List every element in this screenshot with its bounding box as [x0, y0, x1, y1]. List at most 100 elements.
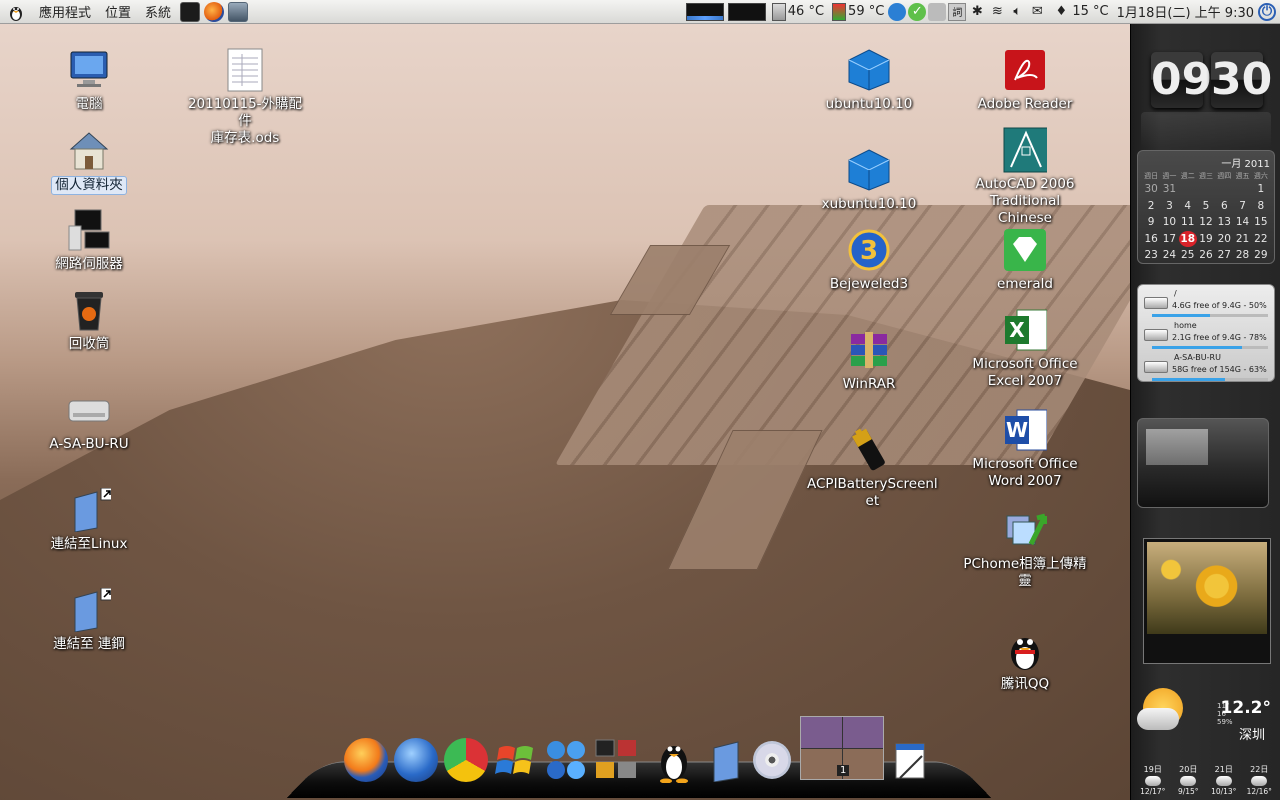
desktop-icon-link-linux[interactable]: 連結至Linux — [24, 488, 154, 553]
ubuntu-logo-icon[interactable] — [6, 2, 26, 22]
calendar-day[interactable]: 10 — [1160, 214, 1178, 231]
calendar-day[interactable]: 25 — [1179, 247, 1197, 264]
calendar-widget[interactable]: 一月 2011 週日 週一 週二 週三 週四 週五 週六 30 31 1 2 3 4 5 6 7 8 9 10 11… — [1137, 150, 1275, 264]
calendar-day[interactable]: 3 — [1160, 198, 1178, 215]
desktop-icon-adobe-reader[interactable]: Adobe Reader — [960, 48, 1090, 113]
firefox-launcher-icon[interactable] — [204, 1, 225, 22]
cd-icon[interactable] — [748, 736, 796, 784]
menu-places[interactable]: 位置 — [98, 2, 138, 21]
drive-row[interactable]: / 4.6G free of 9.4G - 50% — [1142, 287, 1270, 319]
desktop-icon-winrar[interactable]: WinRAR — [804, 328, 934, 393]
input-method-icon[interactable]: 詞 — [948, 2, 967, 21]
mail-icon[interactable]: ✉︎ — [1028, 3, 1046, 21]
calendar-day[interactable]: 18 — [1178, 230, 1197, 247]
desktop-icon-home[interactable]: 個人資料夾 — [24, 128, 154, 195]
network-monitor-graph[interactable] — [685, 2, 724, 21]
calendar-day[interactable]: 17 — [1160, 231, 1178, 248]
home-folder-icon — [67, 128, 111, 172]
desktop-icon-acpi-battery[interactable]: ACPIBatteryScreenl et — [804, 428, 938, 510]
calendar-day[interactable]: 2 — [1142, 198, 1160, 215]
thunderbird-icon[interactable] — [392, 736, 440, 784]
desktop-icon-qq[interactable]: 騰讯QQ — [960, 628, 1090, 693]
cpu-monitor-graph[interactable] — [727, 2, 766, 21]
desktop-icon-excel[interactable]: X Microsoft Office Excel 2007 — [960, 308, 1090, 390]
calendar-day[interactable]: 24 — [1160, 247, 1178, 264]
update-notifier-icon[interactable] — [888, 2, 907, 21]
weather-indicator[interactable]: ♦ 15 °C — [1052, 3, 1108, 21]
volume-icon[interactable]: 🔈︎ — [1008, 3, 1026, 21]
desktop-icon-trash[interactable]: 回收筒 — [24, 288, 154, 353]
desktop-icon-emerald[interactable]: emerald — [960, 228, 1090, 293]
desktop-icon-bejeweled[interactable]: 3 Bejeweled3 — [804, 228, 934, 293]
power-icon[interactable]: ⏻ — [1258, 2, 1276, 21]
workspace-1[interactable] — [801, 717, 842, 748]
stacks-icon[interactable] — [542, 736, 590, 784]
terminal-stack-icon[interactable] — [592, 736, 640, 784]
calendar-day[interactable]: 26 — [1197, 247, 1215, 264]
calendar-day[interactable]: 28 — [1233, 247, 1251, 264]
desktop-icon-pchome-upload[interactable]: PChome相簿上傳精 靈 — [960, 508, 1090, 590]
calendar-day[interactable]: 5 — [1197, 198, 1215, 215]
calendar-day[interactable]: 7 — [1233, 198, 1251, 215]
calendar-day[interactable]: 12 — [1197, 214, 1215, 231]
calendar-day[interactable]: 11 — [1179, 214, 1197, 231]
calendar-day[interactable]: 27 — [1215, 247, 1233, 264]
calendar-day[interactable]: 31 — [1160, 181, 1178, 198]
menu-applications[interactable]: 應用程式 — [32, 2, 98, 21]
drive-usage-widget[interactable]: / 4.6G free of 9.4G - 50% home 2.1G free of… — [1137, 284, 1275, 382]
cpu-temp-indicator[interactable]: 46 °C — [771, 2, 824, 21]
calendar-day[interactable]: 22 — [1252, 231, 1270, 248]
desktop-icon-label: 回收筒 — [68, 336, 110, 352]
calendar-day[interactable]: 6 — [1215, 198, 1233, 215]
desktop-icon-computer[interactable]: 電腦 — [24, 48, 154, 113]
calendar-day[interactable]: 4 — [1179, 198, 1197, 215]
network-manager-icon[interactable] — [928, 2, 947, 21]
clock-datetime[interactable]: 1月18日(二) 上午 9:30 — [1117, 2, 1254, 21]
screenshot-launcher-icon[interactable] — [228, 1, 249, 22]
flip-clock-widget[interactable]: 09 30 — [1141, 46, 1272, 152]
firefox-icon[interactable] — [342, 736, 390, 784]
terminal-launcher-icon[interactable] — [180, 1, 201, 22]
check-status-icon[interactable]: ✓ — [908, 2, 927, 21]
editor-icon[interactable] — [886, 736, 934, 784]
calendar-day[interactable]: 9 — [1142, 214, 1160, 231]
workspace-3[interactable] — [801, 748, 842, 779]
calendar-day[interactable]: 15 — [1252, 214, 1270, 231]
wifi-icon[interactable]: ≋ — [988, 3, 1006, 21]
calendar-day[interactable]: 8 — [1252, 198, 1270, 215]
desktop-icon-word[interactable]: W Microsoft Office Word 2007 — [960, 408, 1090, 490]
calendar-day[interactable]: 29 — [1252, 247, 1270, 264]
desktop-icon-label: 騰讯QQ — [1000, 676, 1050, 692]
calendar-day[interactable]: 1 — [1252, 181, 1270, 198]
calendar-day[interactable]: 21 — [1233, 231, 1251, 248]
weather-widget[interactable]: 11° 16° 59% 12.2° 深圳 19日 12/17° 20日 9/15° 21… — [1135, 680, 1277, 798]
folder-icon[interactable] — [704, 736, 752, 784]
tux-icon[interactable] — [650, 736, 698, 784]
desktop-icon-drive[interactable]: A-SA-BU-RU — [24, 388, 154, 453]
calendar-day[interactable]: 14 — [1233, 214, 1251, 231]
workspace-2[interactable] — [842, 717, 883, 748]
desktop-icon-xubuntu-vm[interactable]: xubuntu10.10 — [804, 148, 934, 213]
menu-system[interactable]: 系統 — [138, 2, 178, 21]
glass-widget[interactable] — [1137, 418, 1269, 508]
drive-row[interactable]: home 2.1G free of 9.4G - 78% — [1142, 319, 1270, 351]
desktop-icon-network[interactable]: 網路伺服器 — [24, 208, 154, 273]
calendar-day[interactable]: 16 — [1142, 231, 1160, 248]
photo-frame-widget[interactable] — [1143, 538, 1271, 664]
desktop-icon-spreadsheet[interactable]: 20110115-外購配件 庫存表.ods — [180, 48, 310, 147]
calendar-day[interactable]: 23 — [1142, 247, 1160, 264]
workspace-switcher[interactable]: 1 — [800, 716, 884, 780]
bluetooth-icon[interactable]: ✱ — [968, 3, 986, 21]
desktop-icon-link-lian[interactable]: 連結至 連鋼 — [24, 588, 154, 653]
windows-icon[interactable] — [492, 736, 540, 784]
chrome-icon[interactable] — [442, 736, 490, 784]
calendar-day[interactable]: 13 — [1215, 214, 1233, 231]
desktop-icon-autocad[interactable]: AutoCAD 2006 Traditional Chinese — [960, 127, 1090, 227]
gpu-temp-indicator[interactable]: 59 °C — [832, 2, 884, 21]
calendar-day[interactable]: 19 — [1197, 231, 1215, 248]
drive-row[interactable]: A-SA-BU-RU 58G free of 154G - 63% — [1142, 351, 1270, 383]
calendar-day[interactable]: 20 — [1215, 231, 1233, 248]
cloud-sun-icon — [1251, 776, 1268, 786]
calendar-day[interactable]: 30 — [1142, 181, 1160, 198]
desktop-icon-ubuntu-vm[interactable]: ubuntu10.10 — [804, 48, 934, 113]
